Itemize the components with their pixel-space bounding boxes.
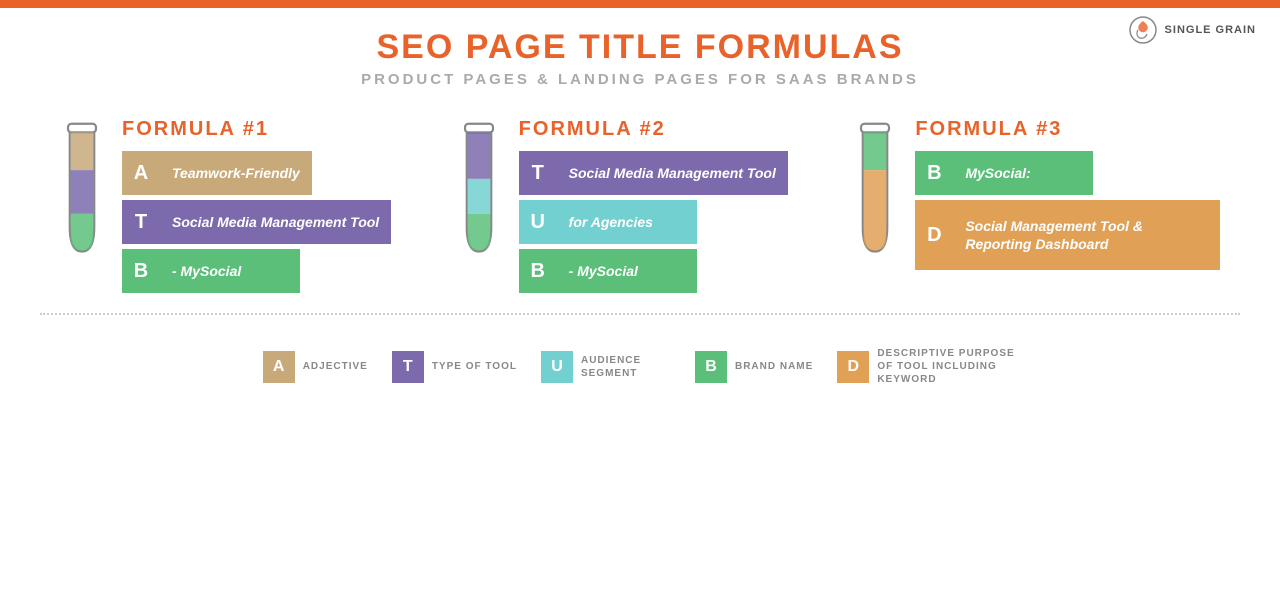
header-title: SEO PAGE TITLE FORMULAS bbox=[0, 28, 1280, 67]
header-subtitle: PRODUCT PAGES & LANDING PAGES FOR SAAS B… bbox=[0, 71, 1280, 88]
legend-box-b: B bbox=[695, 351, 727, 383]
formula-3-row-b: B MySocial: bbox=[915, 151, 1220, 195]
formula-2-block: FORMULA #2 T Social Media Management Too… bbox=[457, 118, 824, 293]
logo-icon bbox=[1129, 16, 1157, 44]
formula-2-letter-u: U bbox=[519, 200, 557, 244]
legend-desc-u: AUDIENCE SEGMENT bbox=[581, 354, 671, 380]
formula-3-letter-d: D bbox=[915, 200, 953, 270]
formula-2-row-b: B - MySocial bbox=[519, 249, 824, 293]
formula-2-letter-b: B bbox=[519, 249, 557, 293]
legend-item-t: T TYPE OF TOOL bbox=[392, 351, 517, 383]
formula-3-letter-b: B bbox=[915, 151, 953, 195]
formula-3-label: FORMULA #3 bbox=[915, 118, 1220, 141]
formula-3-text-b: MySocial: bbox=[953, 151, 1093, 195]
formula-3-rows: B MySocial: D Social Management Tool & R… bbox=[915, 151, 1220, 270]
formula-2-content: FORMULA #2 T Social Media Management Too… bbox=[519, 118, 824, 293]
formula-1-text-b: - MySocial bbox=[160, 249, 300, 293]
formula-1-text-t: Social Media Management Tool bbox=[160, 200, 391, 244]
formula-2-text-t: Social Media Management Tool bbox=[557, 151, 788, 195]
formula-3-row-d: D Social Management Tool & Reporting Das… bbox=[915, 200, 1220, 270]
formula-3-text-d: Social Management Tool & Reporting Dashb… bbox=[953, 200, 1220, 270]
formula-2-letter-t: T bbox=[519, 151, 557, 195]
logo-area: SINGLE GRAIN bbox=[1129, 16, 1256, 44]
formula-2-rows: T Social Media Management Tool U for Age… bbox=[519, 151, 824, 293]
legend-box-a: A bbox=[263, 351, 295, 383]
formula-2-text-b: - MySocial bbox=[557, 249, 697, 293]
formula-1-block: FORMULA #1 A Teamwork-Friendly T Social … bbox=[60, 118, 427, 293]
legend-desc-d: DESCRIPTIVE PURPOSE OF TOOL INCLUDING KE… bbox=[877, 347, 1017, 386]
formula-1-row-b: B - MySocial bbox=[122, 249, 427, 293]
legend-item-d: D DESCRIPTIVE PURPOSE OF TOOL INCLUDING … bbox=[837, 347, 1017, 386]
formula-1-tube bbox=[60, 122, 110, 267]
formula-2-row-t: T Social Media Management Tool bbox=[519, 151, 824, 195]
formula-2-row-u: U for Agencies bbox=[519, 200, 824, 244]
formula-1-row-a: A Teamwork-Friendly bbox=[122, 151, 427, 195]
formula-1-content: FORMULA #1 A Teamwork-Friendly T Social … bbox=[122, 118, 427, 293]
legend: A ADJECTIVE T TYPE OF TOOL U AUDIENCE SE… bbox=[0, 335, 1280, 386]
formula-3-tube bbox=[853, 122, 903, 267]
logo-text: SINGLE GRAIN bbox=[1165, 24, 1256, 36]
formula-1-letter-t: T bbox=[122, 200, 160, 244]
top-bar bbox=[0, 0, 1280, 8]
legend-item-a: A ADJECTIVE bbox=[263, 351, 368, 383]
legend-box-d: D bbox=[837, 351, 869, 383]
formula-3-block: FORMULA #3 B MySocial: D Social Manageme… bbox=[853, 118, 1220, 293]
legend-desc-b: BRAND NAME bbox=[735, 360, 813, 373]
legend-desc-a: ADJECTIVE bbox=[303, 360, 368, 373]
formula-2-label: FORMULA #2 bbox=[519, 118, 824, 141]
formula-3-content: FORMULA #3 B MySocial: D Social Manageme… bbox=[915, 118, 1220, 270]
formula-1-row-t: T Social Media Management Tool bbox=[122, 200, 427, 244]
formulas-container: FORMULA #1 A Teamwork-Friendly T Social … bbox=[0, 88, 1280, 293]
formula-1-text-a: Teamwork-Friendly bbox=[160, 151, 312, 195]
header-title-plain: SEO PAGE TITLE bbox=[376, 28, 694, 66]
header-title-accent: FORMULAS bbox=[695, 28, 904, 66]
formula-1-letter-b: B bbox=[122, 249, 160, 293]
formula-1-label: FORMULA #1 bbox=[122, 118, 427, 141]
divider bbox=[40, 313, 1240, 315]
legend-box-t: T bbox=[392, 351, 424, 383]
legend-item-b: B BRAND NAME bbox=[695, 351, 813, 383]
formula-1-rows: A Teamwork-Friendly T Social Media Manag… bbox=[122, 151, 427, 293]
legend-box-u: U bbox=[541, 351, 573, 383]
formula-2-tube bbox=[457, 122, 507, 267]
legend-item-u: U AUDIENCE SEGMENT bbox=[541, 351, 671, 383]
formula-2-text-u: for Agencies bbox=[557, 200, 697, 244]
header: SEO PAGE TITLE FORMULAS PRODUCT PAGES & … bbox=[0, 0, 1280, 88]
legend-desc-t: TYPE OF TOOL bbox=[432, 360, 517, 373]
formula-1-letter-a: A bbox=[122, 151, 160, 195]
